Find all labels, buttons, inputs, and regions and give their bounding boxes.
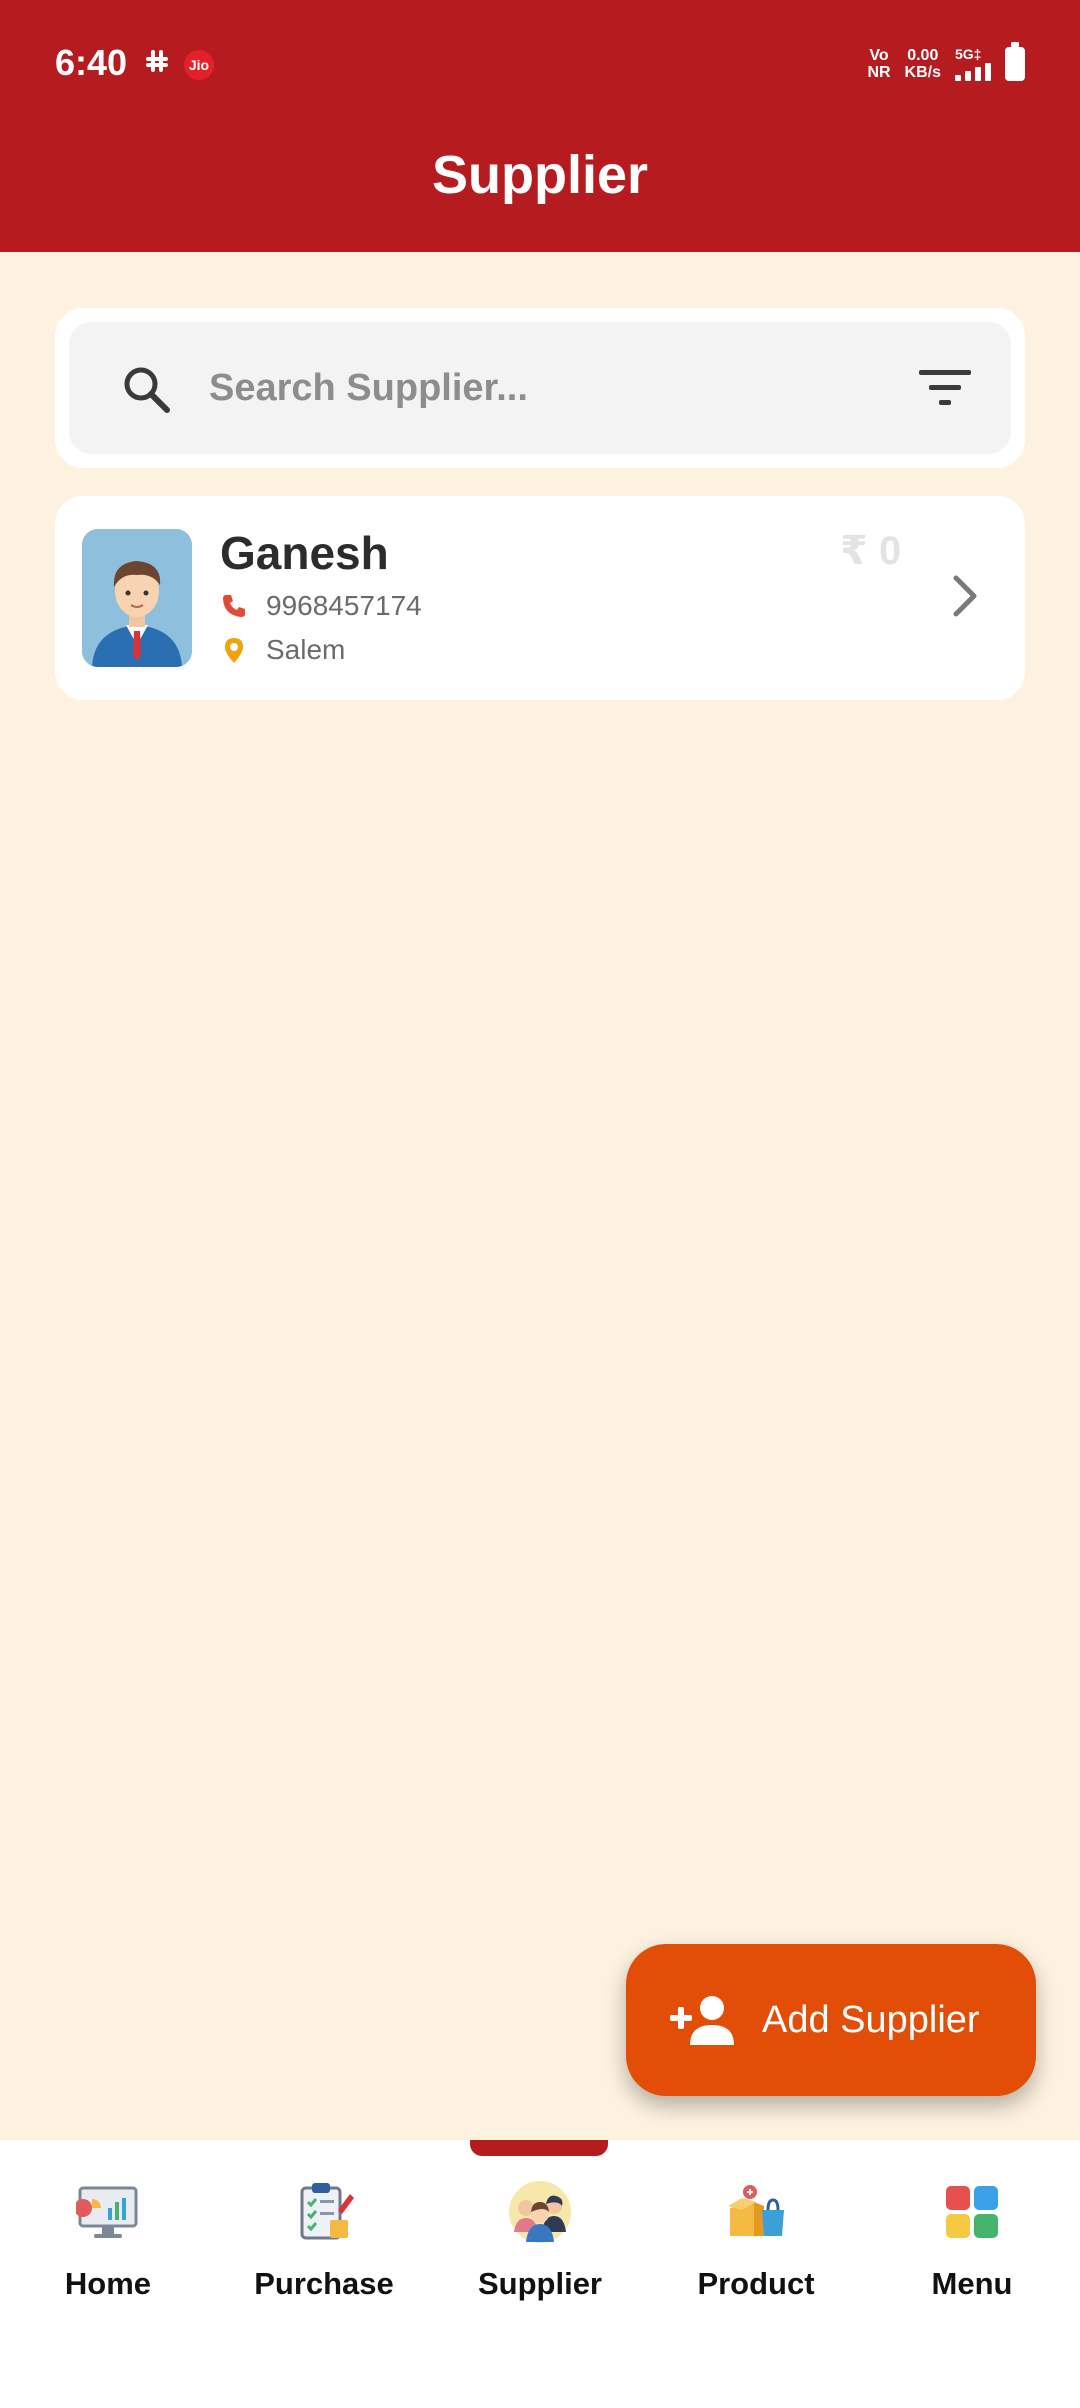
speed-value: 0.00 xyxy=(907,47,939,64)
nav-purchase-label: Purchase xyxy=(254,2266,394,2301)
status-bar: 6:40 Jio Vo NR 0.00 KB/s 5G‡ xyxy=(0,0,1080,128)
signal-icon xyxy=(955,61,991,81)
clipboard-checklist-icon xyxy=(300,2183,354,2240)
phone-icon xyxy=(223,595,245,617)
supplier-screen: 6:40 Jio Vo NR 0.00 KB/s 5G‡ Supplier Se… xyxy=(0,0,1080,2408)
filter-icon[interactable] xyxy=(919,368,971,408)
nav-product[interactable]: Product xyxy=(648,2180,864,2320)
signal-label: 5G‡ xyxy=(955,46,982,62)
speed-unit: KB/s xyxy=(904,64,941,81)
nav-menu[interactable]: Menu xyxy=(864,2180,1080,2320)
supplier-phone: 9968457174 xyxy=(266,590,422,621)
battery-icon xyxy=(1005,42,1025,81)
product-box-icon xyxy=(728,2185,784,2236)
supplier-card[interactable]: Ganesh 9968457174 Salem ₹ 0 xyxy=(55,496,1025,700)
status-right: Vo NR 0.00 KB/s 5G‡ xyxy=(867,42,1025,84)
nav-supplier[interactable]: Supplier xyxy=(432,2180,648,2320)
bottom-navigation: Home Purchase Supplier Product Menu xyxy=(0,2140,1080,2408)
nav-home[interactable]: Home xyxy=(0,2180,216,2320)
signal-group: 5G‡ xyxy=(955,47,991,81)
supplier-location: Salem xyxy=(266,634,346,665)
chevron-right-icon[interactable] xyxy=(950,574,980,618)
dashboard-icon xyxy=(76,2186,138,2238)
search-container xyxy=(55,308,1025,468)
network-type: Vo NR xyxy=(867,47,891,81)
jio-icon: Jio xyxy=(184,50,214,80)
supplier-amount: ₹ 0 xyxy=(840,529,902,573)
supplier-location-row: Salem xyxy=(220,634,345,666)
nav-supplier-label: Supplier xyxy=(477,2266,602,2301)
nav-home-label: Home xyxy=(64,2266,152,2301)
page-title: Supplier xyxy=(431,145,649,205)
supplier-name: Ganesh xyxy=(220,527,389,579)
person-avatar-icon xyxy=(82,529,192,667)
people-group-icon xyxy=(509,2181,571,2243)
add-supplier-label: Add Supplier xyxy=(762,1998,980,2041)
supplier-avatar xyxy=(82,529,192,667)
person-add-icon xyxy=(670,1996,734,2045)
nav-menu-label: Menu xyxy=(931,2266,1013,2301)
supplier-phone-row: 9968457174 xyxy=(220,590,422,622)
status-time: 6:40 xyxy=(55,42,128,83)
grid-menu-icon xyxy=(946,2186,998,2238)
app-header: 6:40 Jio Vo NR 0.00 KB/s 5G‡ Supplier xyxy=(0,0,1080,252)
network-speed: 0.00 KB/s xyxy=(905,47,941,81)
active-tab-indicator xyxy=(470,2140,608,2156)
add-supplier-button[interactable]: Add Supplier xyxy=(626,1944,1036,2096)
search-icon xyxy=(124,367,170,413)
nav-purchase[interactable]: Purchase xyxy=(216,2180,432,2320)
search-bar[interactable] xyxy=(69,322,1011,454)
nav-product-label: Product xyxy=(697,2266,815,2301)
slack-icon xyxy=(146,50,168,72)
search-input[interactable] xyxy=(209,350,849,426)
location-pin-icon xyxy=(225,638,243,663)
